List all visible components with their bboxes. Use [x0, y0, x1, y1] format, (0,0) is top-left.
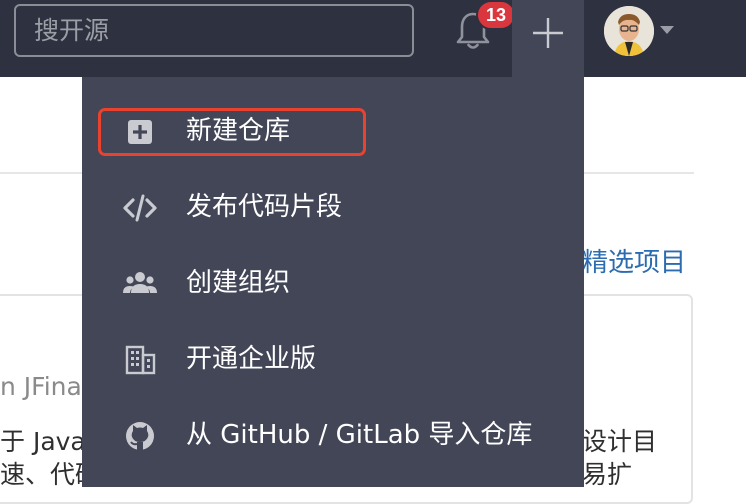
users-icon [123, 272, 157, 293]
project-title[interactable]: n JFina [0, 372, 82, 401]
menu-item-label: 从 GitHub / GitLab 导入仓库 [186, 420, 533, 450]
menu-item-label: 发布代码片段 [186, 192, 343, 222]
notification-count-badge[interactable]: 13 [476, 0, 516, 30]
top-navbar: 搜开源 13 [0, 0, 746, 77]
menu-item-publish-snippet[interactable]: 发布代码片段 [82, 171, 584, 247]
highlight-annotation [98, 108, 366, 156]
featured-projects-link[interactable]: 精选项目 [582, 242, 686, 279]
project-description-line: 设计目 [582, 427, 658, 456]
avatar-image [604, 6, 654, 56]
code-icon [123, 194, 157, 222]
github-icon [126, 422, 154, 450]
chevron-down-icon[interactable] [660, 26, 674, 34]
menu-item-import-repository[interactable]: 从 GitHub / GitLab 导入仓库 [82, 399, 584, 475]
menu-item-label: 创建组织 [186, 268, 291, 298]
user-avatar[interactable] [604, 6, 654, 56]
menu-item-create-organization[interactable]: 创建组织 [82, 247, 584, 323]
search-input[interactable]: 搜开源 [14, 4, 414, 57]
create-dropdown-menu: 新建仓库 发布代码片段 创建组织 开通企业版 从 GitHub / GitLab… [82, 77, 584, 487]
create-new-button[interactable] [512, 0, 584, 77]
plus-icon [533, 18, 563, 48]
menu-item-label: 开通企业版 [186, 344, 317, 374]
building-icon [125, 345, 156, 375]
project-description-line: 于 Java [0, 427, 86, 456]
project-description-line: 易扩 [582, 460, 633, 489]
menu-item-enterprise[interactable]: 开通企业版 [82, 323, 584, 399]
